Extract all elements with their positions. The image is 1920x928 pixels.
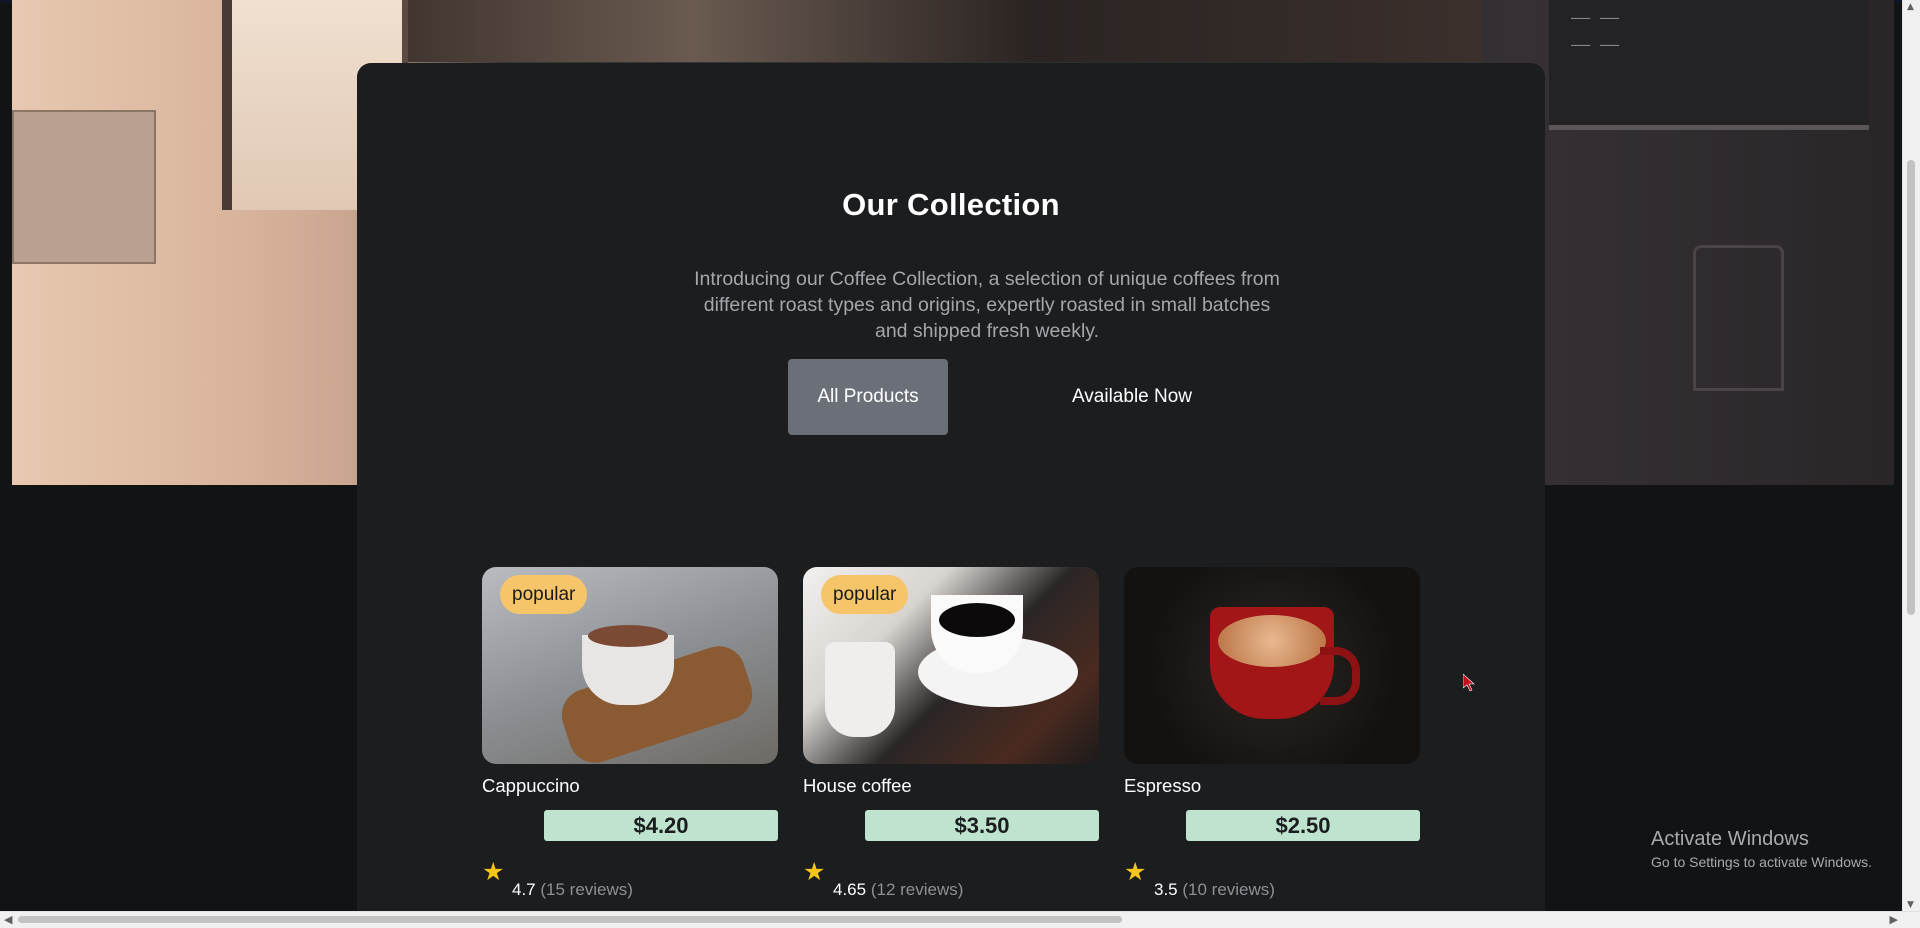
mouse-cursor-icon <box>1463 674 1475 692</box>
filter-all-products-button[interactable]: All Products <box>788 359 948 435</box>
activate-windows-subtitle: Go to Settings to activate Windows. <box>1651 854 1872 870</box>
scroll-left-arrow-icon[interactable]: ◀ <box>4 913 12 926</box>
review-count: (10 reviews) <box>1182 880 1275 899</box>
popular-badge: popular <box>500 575 588 614</box>
activate-windows-watermark: Activate Windows Go to Settings to activ… <box>1651 828 1872 870</box>
rating-value: 4.65 <box>833 880 867 899</box>
product-price: $4.20 <box>544 810 778 841</box>
product-price: $2.50 <box>1186 810 1420 841</box>
review-count: (15 reviews) <box>540 880 633 899</box>
background-shelf <box>12 110 156 264</box>
scroll-down-arrow-icon[interactable]: ▼ <box>1907 900 1914 910</box>
collection-intro: Introducing our Coffee Collection, a sel… <box>694 268 1280 342</box>
product-name: Cappuccino <box>482 775 580 796</box>
horizontal-scrollbar[interactable]: ◀ ▶ <box>0 911 1920 928</box>
popular-badge: popular <box>821 575 909 614</box>
product-name: Espresso <box>1124 775 1202 796</box>
product-image-espresso[interactable] <box>1124 567 1420 764</box>
rating-text: 4.7 (15 reviews) <box>512 880 633 900</box>
product-rating: ★ 4.7 (15 reviews) <box>482 859 778 899</box>
product-card-espresso[interactable]: Espresso $2.50 ★ 3.5 (10 reviews) <box>1124 567 1420 899</box>
horizontal-scroll-thumb[interactable] <box>18 916 1122 923</box>
scroll-right-arrow-icon[interactable]: ▶ <box>1890 913 1898 926</box>
background-photo-strip <box>357 0 1482 62</box>
product-rating: ★ 3.5 (10 reviews) <box>1124 859 1420 899</box>
product-name: House coffee <box>803 775 912 796</box>
background-menu-board: —— —— —— —— <box>1549 0 1869 130</box>
product-card-house-coffee[interactable]: popular House coffee $3.50 ★ 4.65 (12 re… <box>803 567 1099 899</box>
activate-windows-title: Activate Windows <box>1651 828 1809 850</box>
collection-title: Our Collection <box>842 187 1060 222</box>
rating-value: 4.7 <box>512 880 536 899</box>
product-price: $3.50 <box>865 810 1099 841</box>
rating-value: 3.5 <box>1154 880 1178 899</box>
filter-available-now-button[interactable]: Available Now <box>1017 359 1247 435</box>
rating-text: 4.65 (12 reviews) <box>833 880 963 900</box>
background-chair <box>1693 245 1784 391</box>
star-icon: ★ <box>803 857 826 886</box>
star-icon: ★ <box>482 857 505 886</box>
vertical-scrollbar[interactable]: ▲ ▼ <box>1902 0 1920 912</box>
star-icon: ★ <box>1124 857 1147 886</box>
rating-text: 3.5 (10 reviews) <box>1154 880 1275 900</box>
collection-card: Our Collection Introducing our Coffee Co… <box>357 63 1545 928</box>
product-card-cappuccino[interactable]: popular Cappuccino $4.20 ★ 4.7 (15 revie… <box>482 567 778 899</box>
product-image-house-coffee[interactable]: popular <box>803 567 1099 764</box>
vertical-scroll-thumb[interactable] <box>1907 160 1915 615</box>
review-count: (12 reviews) <box>870 880 964 899</box>
scroll-up-arrow-icon[interactable]: ▲ <box>1907 2 1914 12</box>
product-rating: ★ 4.65 (12 reviews) <box>803 859 1099 899</box>
product-image-cappuccino[interactable]: popular <box>482 567 778 764</box>
